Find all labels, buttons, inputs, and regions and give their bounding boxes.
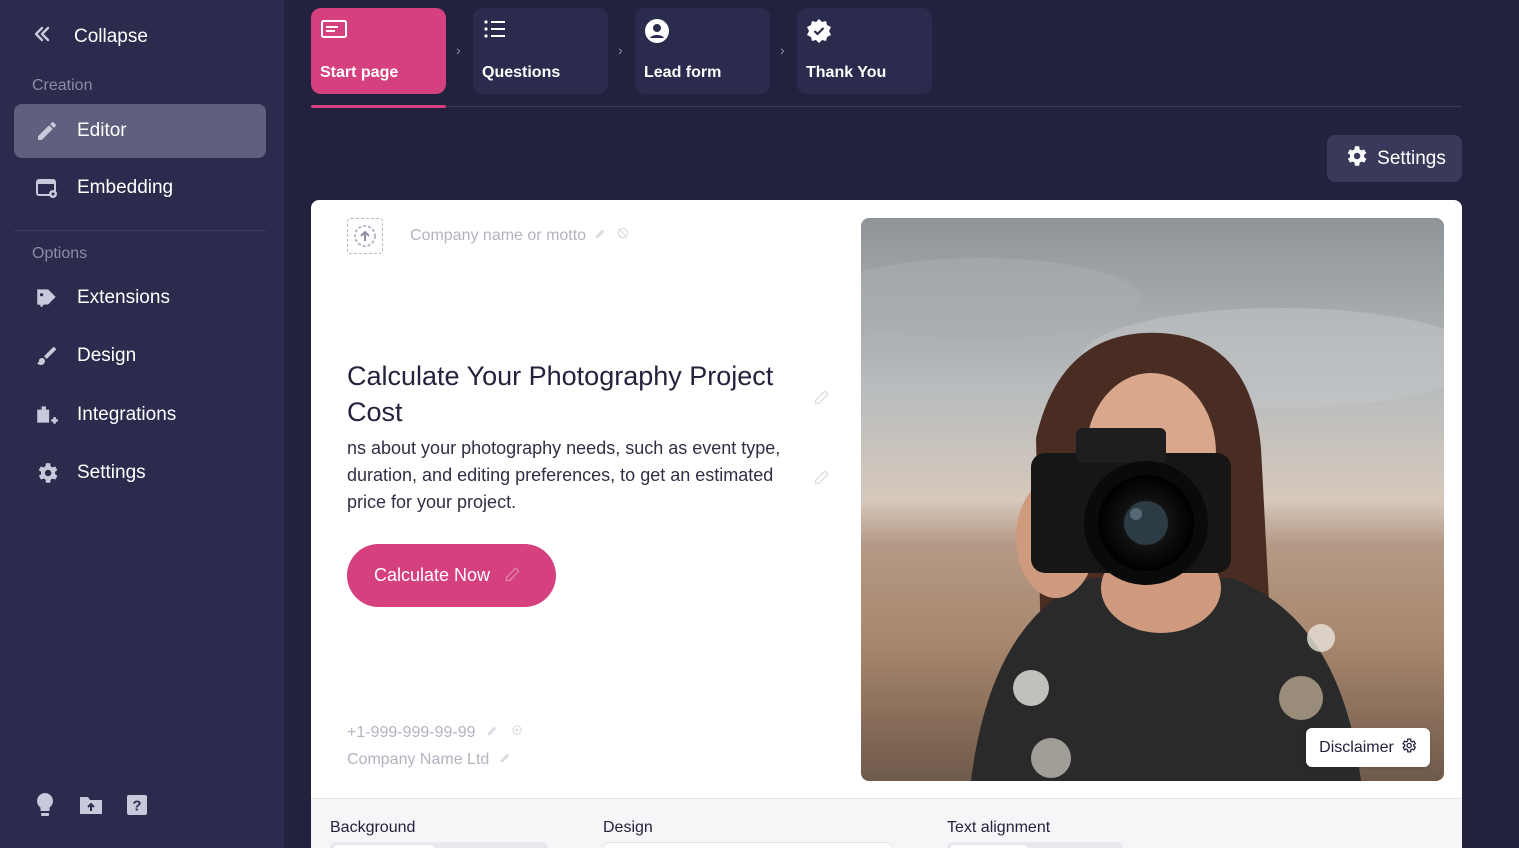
step-thank-you[interactable]: Thank You xyxy=(797,8,932,94)
chevron-right-icon: › xyxy=(456,42,461,58)
company-name-field[interactable]: Company Name Ltd xyxy=(347,750,513,769)
phone-field[interactable]: +1-999-999-99-99 xyxy=(347,723,524,742)
embed-icon xyxy=(32,173,62,203)
steps-divider xyxy=(311,106,1462,107)
list-icon xyxy=(482,18,599,48)
settings-button-label: Settings xyxy=(1377,147,1446,169)
svg-text:?: ? xyxy=(132,798,141,815)
sidebar-item-extensions[interactable]: Extensions xyxy=(14,271,266,325)
sidebar-item-label: Editor xyxy=(77,120,127,141)
sidebar-item-embedding[interactable]: Embedding xyxy=(14,161,266,215)
gear-icon xyxy=(1400,737,1417,759)
sidebar-item-integrations[interactable]: Integrations xyxy=(14,388,266,442)
plug-icon xyxy=(32,400,62,430)
gear-icon[interactable] xyxy=(510,723,524,742)
sidebar-item-label: Integrations xyxy=(77,404,177,425)
pencil-icon xyxy=(32,116,62,146)
start-page-preview: Company name or motto Calculate Your Pho… xyxy=(311,200,1462,848)
sidebar-item-label: Design xyxy=(77,345,137,366)
help-icon[interactable]: ? xyxy=(124,790,150,820)
design-select[interactable] xyxy=(603,842,893,848)
step-label: Questions xyxy=(482,64,561,81)
step-lead-form[interactable]: Lead form xyxy=(635,8,770,94)
sidebar-item-settings[interactable]: Settings xyxy=(14,446,266,500)
lightbulb-icon[interactable] xyxy=(32,790,58,820)
text-alignment-toggle[interactable] xyxy=(947,842,1123,848)
disclaimer-label: Disclaimer xyxy=(1319,738,1394,756)
pencil-icon[interactable] xyxy=(504,563,524,588)
page-description[interactable]: ns about your photography needs, such as… xyxy=(347,435,797,516)
edit-description-icon[interactable] xyxy=(813,466,833,491)
sidebar: Collapse Creation Editor Embedding Optio… xyxy=(0,0,284,848)
user-circle-icon xyxy=(644,18,761,48)
brush-icon xyxy=(32,341,62,371)
cta-label: Calculate Now xyxy=(374,565,491,585)
gear-icon xyxy=(1343,143,1369,175)
link-off-icon[interactable] xyxy=(616,226,630,245)
double-chevron-left-icon xyxy=(32,24,52,50)
pencil-icon[interactable] xyxy=(594,226,608,245)
collapse-button[interactable]: Collapse xyxy=(32,24,148,50)
edit-headline-icon[interactable] xyxy=(813,386,833,411)
pencil-icon[interactable] xyxy=(486,723,500,742)
logo-upload-button[interactable] xyxy=(347,218,383,254)
chevron-right-icon: › xyxy=(780,42,785,58)
sidebar-divider xyxy=(14,230,266,231)
sidebar-item-label: Settings xyxy=(77,462,146,483)
step-label: Lead form xyxy=(644,64,722,81)
text-alignment-label: Text alignment xyxy=(947,819,1051,836)
card-icon xyxy=(320,18,437,48)
verified-badge-icon xyxy=(806,18,923,48)
sidebar-item-design[interactable]: Design xyxy=(14,329,266,383)
section-label-options: Options xyxy=(32,245,88,262)
phone-text: +1-999-999-99-99 xyxy=(347,723,476,741)
folder-upload-icon[interactable] xyxy=(78,790,104,820)
sidebar-item-label: Extensions xyxy=(77,287,170,308)
collapse-label: Collapse xyxy=(74,26,148,47)
company-motto-field[interactable]: Company name or motto xyxy=(410,226,630,245)
page-style-panel: Background Design Text alignment xyxy=(311,798,1462,848)
design-label: Design xyxy=(603,819,653,836)
background-toggle[interactable] xyxy=(330,842,548,848)
step-questions[interactable]: Questions xyxy=(473,8,608,94)
pencil-icon[interactable] xyxy=(499,750,513,769)
step-label: Start page xyxy=(320,64,399,81)
step-label: Thank You xyxy=(806,64,887,81)
company-motto-placeholder: Company name or motto xyxy=(410,226,587,244)
step-start-page[interactable]: Start page xyxy=(311,8,446,94)
sidebar-footer: ? xyxy=(32,790,150,820)
gear-icon xyxy=(32,458,62,488)
upload-circle-icon xyxy=(354,225,376,247)
cover-image-photographer[interactable] xyxy=(861,218,1444,781)
sidebar-item-editor[interactable]: Editor xyxy=(14,104,266,158)
disclaimer-button[interactable]: Disclaimer xyxy=(1306,728,1430,767)
sidebar-item-label: Embedding xyxy=(77,177,174,198)
calculate-now-button[interactable]: Calculate Now xyxy=(347,544,556,607)
active-step-indicator xyxy=(311,105,446,108)
section-label-creation: Creation xyxy=(32,77,93,94)
company-name-text: Company Name Ltd xyxy=(347,750,490,768)
page-headline[interactable]: Calculate Your Photography Project Cost xyxy=(347,358,777,430)
background-label: Background xyxy=(330,819,416,836)
chevron-right-icon: › xyxy=(618,42,623,58)
puzzle-icon xyxy=(32,283,62,313)
settings-button[interactable]: Settings xyxy=(1327,135,1462,182)
